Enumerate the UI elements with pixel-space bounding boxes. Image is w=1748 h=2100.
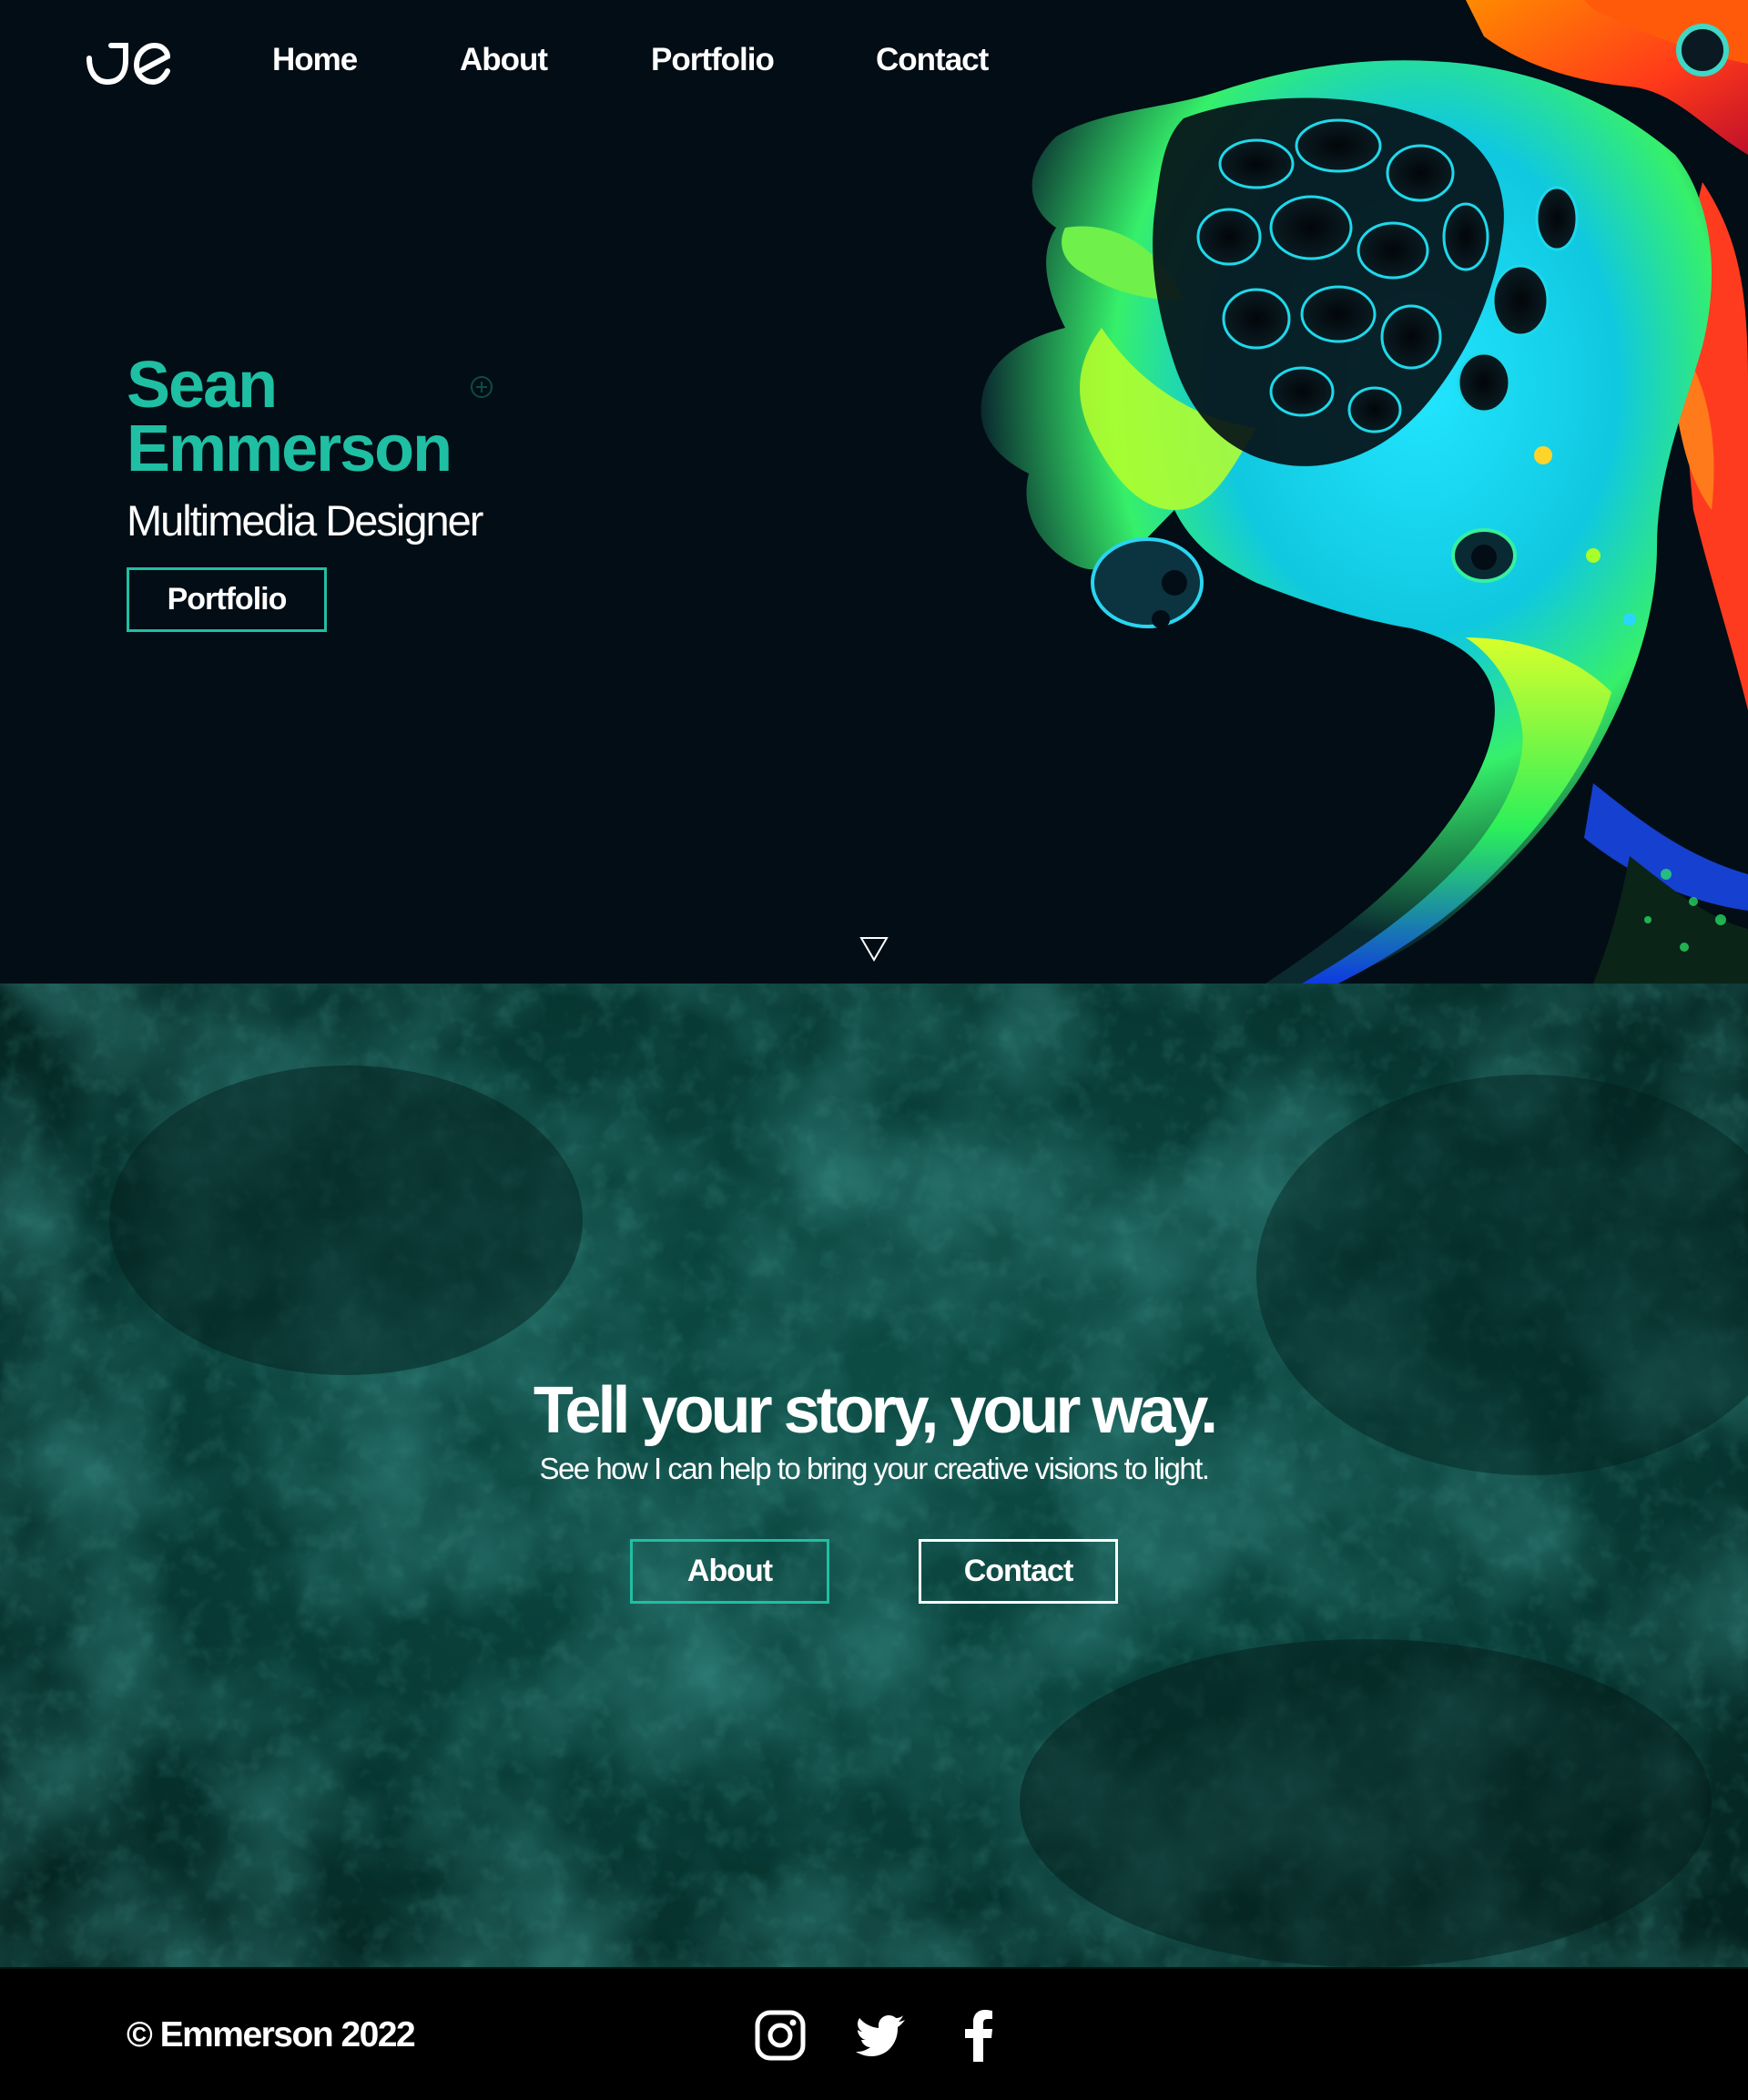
- fluid-art-image: [981, 0, 1748, 984]
- je-logo-icon[interactable]: [84, 40, 171, 87]
- nav-link-portfolio[interactable]: Portfolio: [651, 42, 775, 78]
- facebook-icon[interactable]: [963, 2009, 994, 2062]
- hero-portfolio-button[interactable]: Portfolio: [127, 567, 327, 632]
- hero-name: Sean Emmerson: [127, 349, 673, 485]
- hero-last-name: Emmerson: [127, 413, 452, 485]
- top-navigation: Home About Portfolio Contact: [0, 0, 1748, 127]
- footer: © Emmerson 2022: [0, 1967, 1748, 2100]
- story-section: Tell your story, your way. See how I can…: [0, 984, 1748, 1967]
- story-heading: Tell your story, your way.: [533, 1374, 1218, 1447]
- triangle-down-icon[interactable]: [859, 936, 889, 962]
- instagram-icon[interactable]: [754, 2009, 807, 2062]
- copyright-text: © Emmerson 2022: [127, 2015, 416, 2054]
- hero-job-title: Multimedia Designer: [127, 496, 483, 545]
- nav-link-home[interactable]: Home: [272, 42, 358, 78]
- nav-link-contact[interactable]: Contact: [876, 42, 989, 78]
- twitter-icon[interactable]: [856, 2009, 907, 2062]
- contact-button[interactable]: Contact: [919, 1539, 1118, 1604]
- about-button[interactable]: About: [630, 1539, 829, 1604]
- hero-section: Home About Portfolio Contact Sean Emmers…: [0, 0, 1748, 984]
- nav-link-about[interactable]: About: [460, 42, 548, 78]
- story-subheading: See how I can help to bring your creativ…: [539, 1452, 1210, 1485]
- hero-first-name: Sean: [127, 349, 278, 422]
